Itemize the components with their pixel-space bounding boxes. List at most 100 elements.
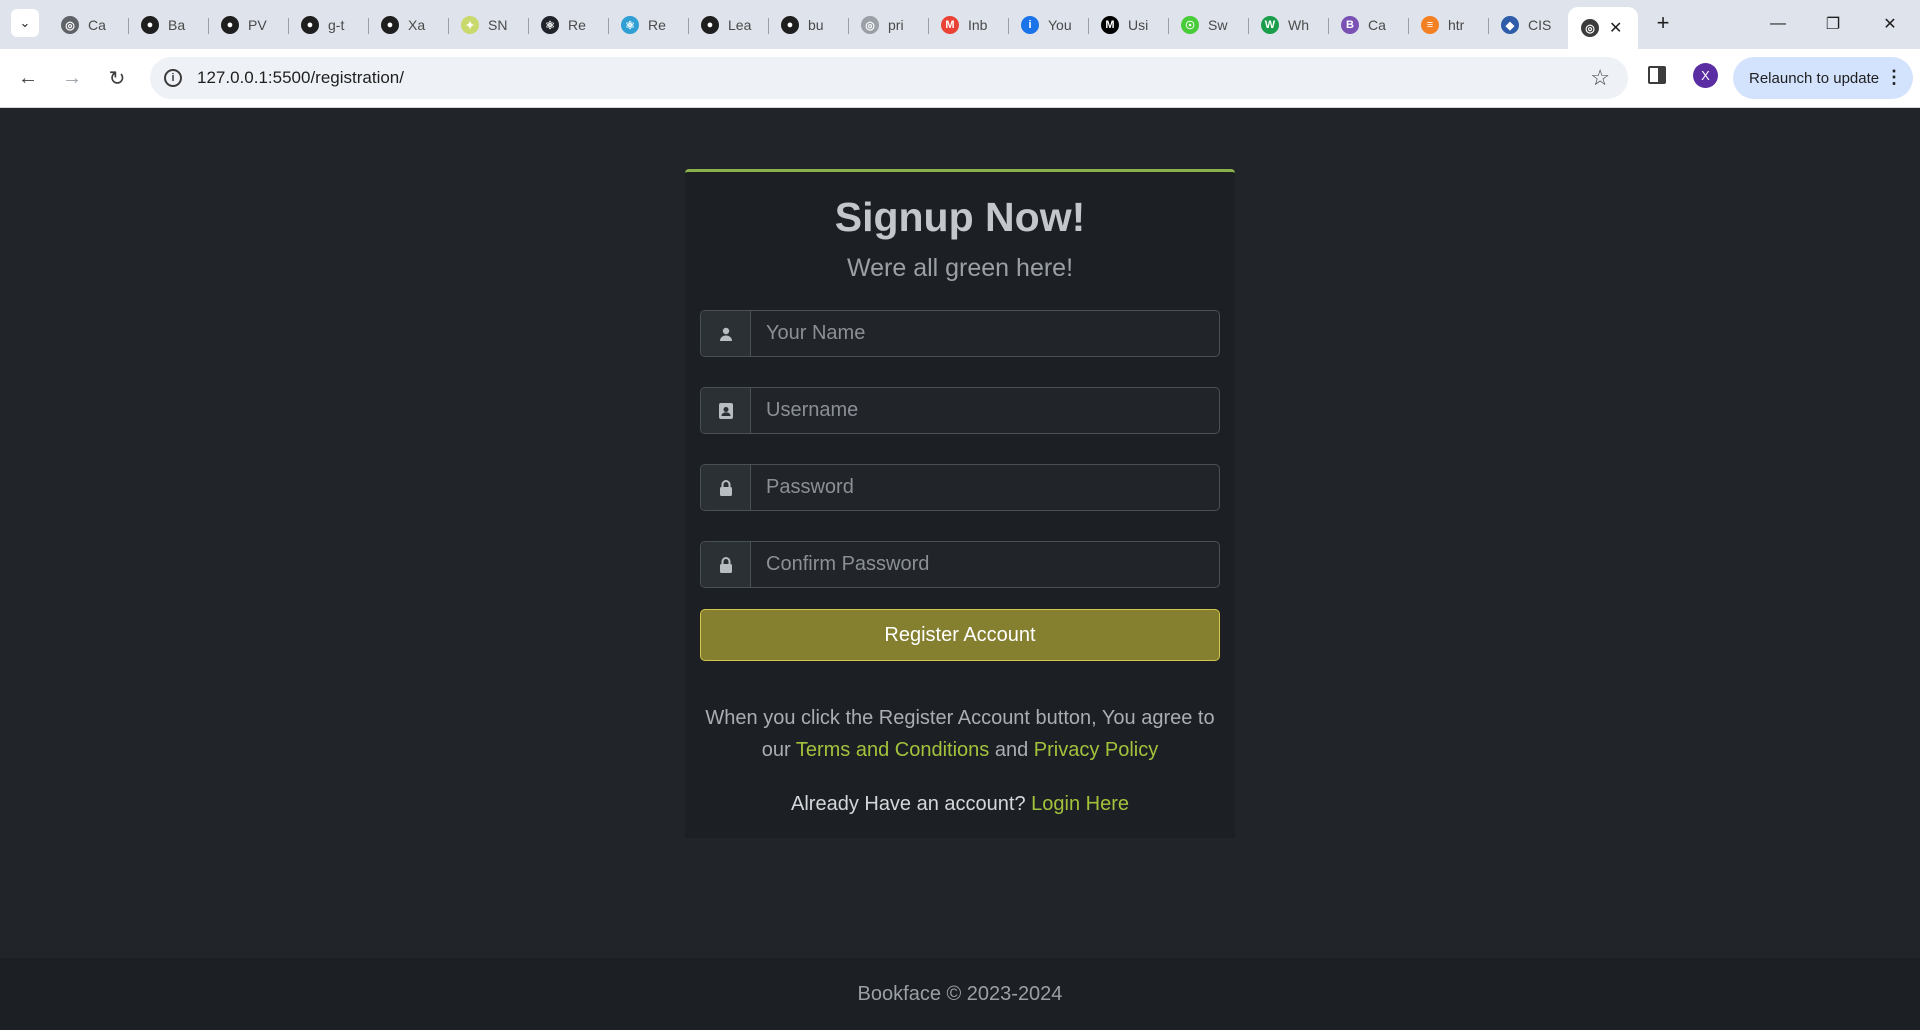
site-info-icon[interactable]: i bbox=[164, 69, 182, 87]
browser-tab[interactable]: ● bu bbox=[768, 7, 848, 43]
user-icon bbox=[701, 311, 751, 356]
tab-title: Inb bbox=[968, 17, 988, 33]
globe-icon: ◎ bbox=[1581, 19, 1599, 37]
kebab-menu-icon[interactable]: ⋮ bbox=[1885, 67, 1903, 88]
browser-tab[interactable]: ☉ Sw bbox=[1168, 7, 1248, 43]
back-button[interactable]: ← bbox=[13, 63, 43, 93]
signup-card: Signup Now! Were all green here! Your Na… bbox=[685, 169, 1235, 838]
browser-toolbar: ← → ↻ i 127.0.0.1:5500/registration/ ☆ X… bbox=[0, 49, 1920, 108]
gmail-icon: M bbox=[941, 16, 959, 34]
browser-tab[interactable]: ● g-t bbox=[288, 7, 368, 43]
chevron-down-icon: ⌄ bbox=[19, 15, 31, 30]
browser-tab[interactable]: ✦ SN bbox=[448, 7, 528, 43]
lock-icon bbox=[701, 465, 751, 510]
browser-tab[interactable]: ◆ CIS bbox=[1488, 7, 1568, 43]
info-box-icon: i bbox=[1021, 16, 1039, 34]
browser-tab-strip: ⌄ ◎ Ca ● Ba ● PV ● g-t ● Xa ✦ SN ⚛ Re ⚛ Re ● Lea ● bu ◎ pri M I… bbox=[0, 0, 1920, 49]
name-input[interactable] bbox=[751, 311, 1219, 356]
tab-title: You bbox=[1048, 17, 1072, 33]
page-subtitle: Were all green here! bbox=[846, 254, 1074, 282]
bootstrap-icon: B bbox=[1341, 16, 1359, 34]
globe-icon: ◎ bbox=[61, 16, 79, 34]
tab-title: SN bbox=[488, 17, 508, 33]
tab-title: Wh bbox=[1288, 17, 1309, 33]
id-badge-icon bbox=[701, 388, 751, 433]
swagger-icon: ☉ bbox=[1181, 16, 1199, 34]
browser-tab[interactable]: M Inb bbox=[928, 7, 1008, 43]
forward-button[interactable]: → bbox=[57, 63, 87, 93]
tab-title: CIS bbox=[1528, 17, 1552, 33]
tab-title: Lea bbox=[728, 17, 752, 33]
tab-title: Xa bbox=[408, 17, 426, 33]
side-panel-icon[interactable] bbox=[1648, 66, 1666, 84]
github-icon: ● bbox=[221, 16, 239, 34]
tab-title: Ca bbox=[1368, 17, 1386, 33]
minimize-button[interactable]: — bbox=[1754, 6, 1802, 42]
register-account-button[interactable]: Register Account bbox=[700, 609, 1220, 661]
username-field-group bbox=[700, 387, 1220, 434]
login-link[interactable]: Login Here bbox=[1031, 793, 1129, 815]
globe-icon: ◎ bbox=[861, 16, 879, 34]
github-icon: ● bbox=[301, 16, 319, 34]
lock-icon bbox=[701, 542, 751, 587]
tab-title: Ba bbox=[168, 17, 186, 33]
tab-title: htr bbox=[1448, 17, 1465, 33]
browser-tab[interactable]: M Usi bbox=[1088, 7, 1168, 43]
browser-tab[interactable]: ⚛ Re bbox=[528, 7, 608, 43]
tab-list: ◎ Ca ● Ba ● PV ● g-t ● Xa ✦ SN ⚛ Re ⚛ Re ● Lea ● bu ◎ pri M Inb… bbox=[48, 7, 1638, 49]
terms-link[interactable]: Terms and Conditions bbox=[796, 739, 989, 761]
browser-tab[interactable]: ◎ pri bbox=[848, 7, 928, 43]
username-input[interactable] bbox=[751, 388, 1219, 433]
browser-tab[interactable]: W Wh bbox=[1248, 7, 1328, 43]
relaunch-button[interactable]: Relaunch to update ⋮ bbox=[1733, 57, 1913, 99]
relaunch-label: Relaunch to update bbox=[1749, 69, 1880, 87]
privacy-link[interactable]: Privacy Policy bbox=[1034, 739, 1158, 761]
close-window-button[interactable]: ✕ bbox=[1866, 6, 1914, 42]
reload-button[interactable]: ↻ bbox=[102, 63, 132, 93]
github-icon: ● bbox=[781, 16, 799, 34]
browser-tab[interactable]: ◎ Ca bbox=[48, 7, 128, 43]
restore-button[interactable]: ❐ bbox=[1809, 6, 1857, 42]
page-footer: Bookface © 2023-2024 bbox=[0, 958, 1920, 1030]
tab-close-icon[interactable]: ✕ bbox=[1609, 18, 1622, 38]
browser-tab[interactable]: ≡ htr bbox=[1408, 7, 1488, 43]
tab-title: Re bbox=[648, 17, 666, 33]
tab-search-button[interactable]: ⌄ bbox=[11, 9, 39, 37]
tab-title: PV bbox=[248, 17, 267, 33]
active-tab[interactable]: ◎ ✕ bbox=[1568, 7, 1638, 49]
and-word: and bbox=[994, 739, 1029, 761]
browser-tab[interactable]: B Ca bbox=[1328, 7, 1408, 43]
password-input[interactable] bbox=[751, 465, 1219, 510]
browser-tab[interactable]: ⚛ Re bbox=[608, 7, 688, 43]
stackoverflow-icon: ≡ bbox=[1421, 16, 1439, 34]
address-bar[interactable]: i 127.0.0.1:5500/registration/ ☆ bbox=[150, 57, 1628, 99]
github-icon: ● bbox=[381, 16, 399, 34]
url-text[interactable]: 127.0.0.1:5500/registration/ bbox=[197, 68, 404, 88]
tab-title: Re bbox=[568, 17, 586, 33]
browser-tab[interactable]: ● PV bbox=[208, 7, 288, 43]
login-prompt: Already Have an account? Login Here bbox=[685, 793, 1235, 816]
tab-title: g-t bbox=[328, 17, 345, 33]
name-field-group bbox=[700, 310, 1220, 357]
confirm-password-input[interactable] bbox=[751, 542, 1219, 587]
shield-icon: ◆ bbox=[1501, 16, 1519, 34]
leaf-icon: ✦ bbox=[461, 16, 479, 34]
terms-agreement-text: When you click the Register Account butt… bbox=[700, 702, 1220, 766]
new-tab-button[interactable]: + bbox=[1650, 10, 1676, 36]
github-icon: ● bbox=[141, 16, 159, 34]
footer-copyright: Bookface © 2023-2024 bbox=[857, 982, 1063, 1005]
browser-tab[interactable]: i You bbox=[1008, 7, 1088, 43]
browser-tab[interactable]: ● Ba bbox=[128, 7, 208, 43]
react-icon: ⚛ bbox=[541, 16, 559, 34]
browser-tab[interactable]: ● Lea bbox=[688, 7, 768, 43]
page-body: Signup Now! Were all green here! Your Na… bbox=[0, 109, 1920, 958]
tab-title: pri bbox=[888, 17, 904, 33]
login-prompt-text: Already Have an account? bbox=[791, 793, 1026, 815]
browser-tab[interactable]: ● Xa bbox=[368, 7, 448, 43]
profile-avatar[interactable]: X bbox=[1693, 63, 1718, 88]
medium-icon: M bbox=[1101, 16, 1119, 34]
confirm-password-field-group bbox=[700, 541, 1220, 588]
page-title: Signup Now! bbox=[834, 194, 1086, 240]
tab-title: Ca bbox=[88, 17, 106, 33]
bookmark-star-icon[interactable]: ☆ bbox=[1590, 65, 1610, 91]
